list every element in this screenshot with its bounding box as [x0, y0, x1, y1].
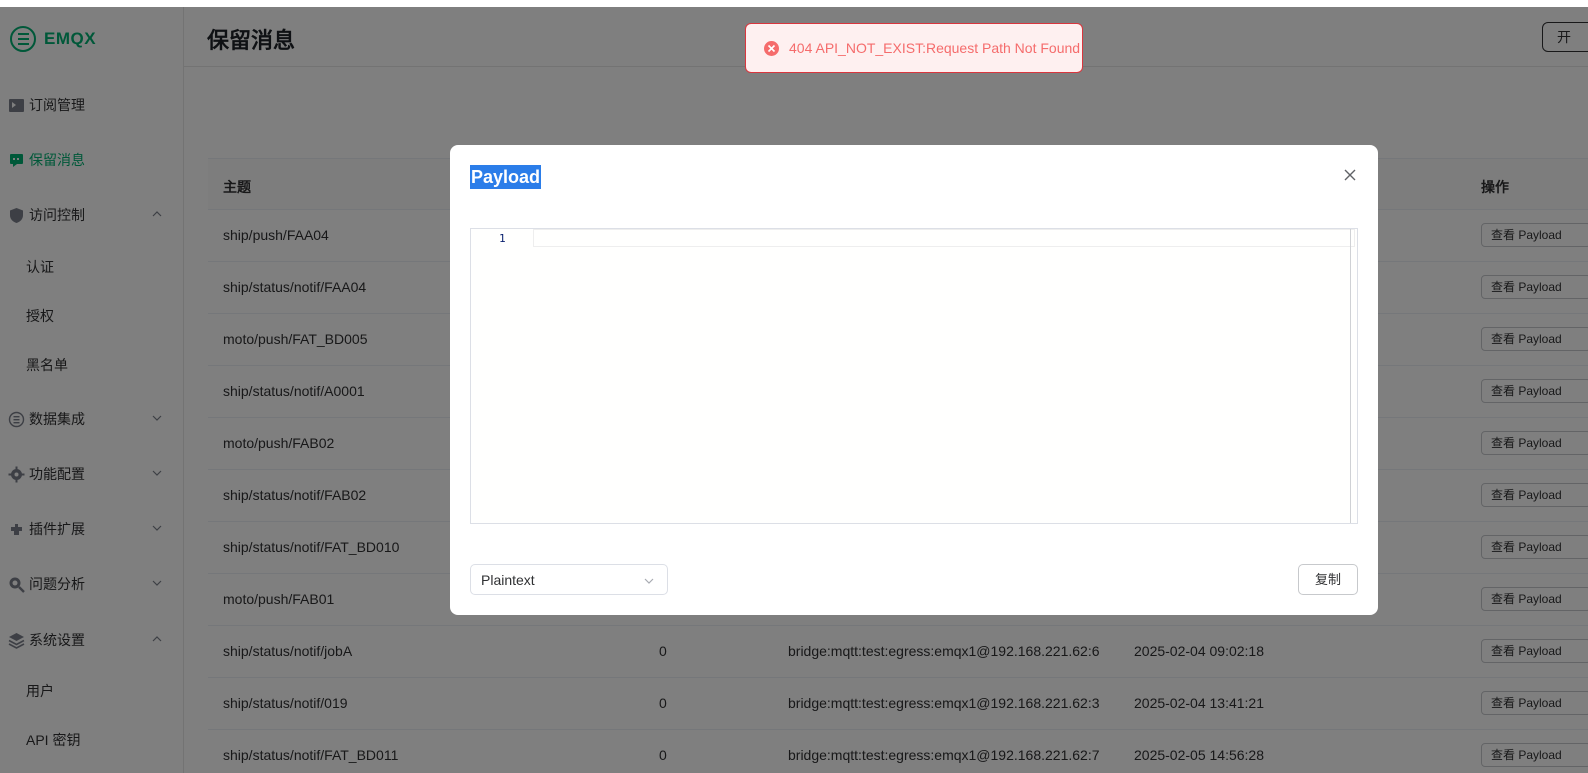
error-toast: 404 API_NOT_EXIST:Request Path Not Found — [745, 23, 1083, 73]
chevron-down-icon — [644, 578, 654, 584]
close-icon[interactable] — [1343, 168, 1357, 182]
editor-scrollbar[interactable] — [1350, 229, 1351, 523]
line-number: 1 — [499, 232, 506, 245]
current-line-highlight — [533, 229, 1355, 247]
format-select-value: Plaintext — [481, 572, 535, 588]
top-strip — [0, 0, 1588, 7]
format-select[interactable]: Plaintext — [470, 564, 668, 595]
error-icon — [764, 40, 779, 56]
payload-editor[interactable]: 1 — [470, 228, 1358, 524]
dialog-title: Payload — [470, 165, 542, 189]
toast-message: 404 API_NOT_EXIST:Request Path Not Found — [789, 40, 1081, 56]
copy-button[interactable]: 复制 — [1298, 564, 1358, 595]
payload-dialog: Payload 1 Plaintext 复制 — [450, 145, 1378, 615]
